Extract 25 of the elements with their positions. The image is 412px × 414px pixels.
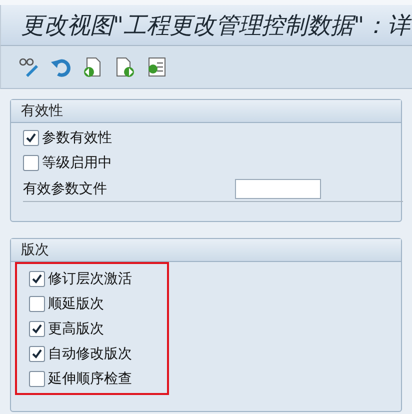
field-label: 有效参数文件	[23, 180, 108, 198]
checkbox-label: 自动修改版次	[48, 345, 132, 363]
checkbox[interactable]	[29, 271, 45, 287]
checkbox-label: 等级启用中	[42, 154, 112, 172]
checkbox[interactable]	[23, 130, 39, 146]
page-right-arrow-icon	[114, 56, 134, 78]
checkbox[interactable]	[29, 371, 45, 387]
group-header: 版次	[11, 239, 401, 262]
page-list-icon	[146, 56, 166, 78]
checkbox-label: 修订层次激活	[48, 270, 132, 288]
input-field[interactable]	[235, 179, 321, 199]
window-title: 更改视图"工程更改管理控制数据"：详	[21, 12, 410, 40]
checkbox[interactable]	[29, 296, 45, 312]
glasses-pencil-icon	[18, 56, 38, 78]
checkbox-label: 参数有效性	[42, 129, 112, 147]
checkbox[interactable]	[23, 155, 39, 171]
toolbar-button[interactable]	[17, 56, 39, 78]
checkbox-label: 更高版次	[48, 320, 104, 338]
checkbox[interactable]	[29, 346, 45, 362]
group-header: 有效性	[11, 100, 401, 123]
checkbox[interactable]	[29, 321, 45, 337]
page-left-arrow-icon	[82, 56, 102, 78]
checkbox-label: 延伸顺序检查	[48, 370, 132, 388]
checkbox-label: 顺延版次	[48, 295, 104, 313]
toolbar-button[interactable]	[81, 56, 103, 78]
